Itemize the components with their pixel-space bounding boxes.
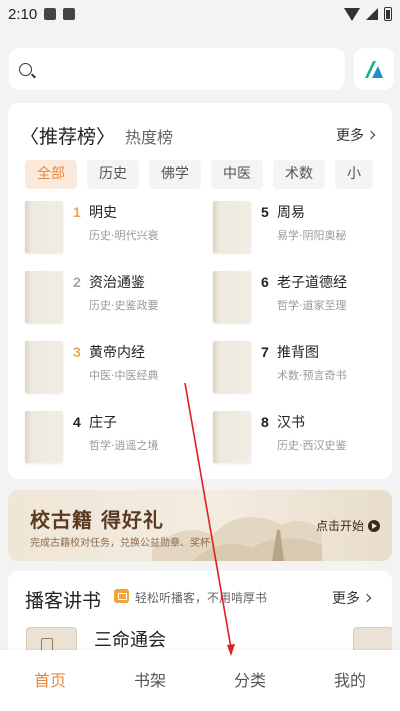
- tab-history[interactable]: 历史: [87, 160, 139, 189]
- search-icon: [19, 62, 32, 76]
- ranking-title[interactable]: 〈推荐榜〉: [20, 122, 115, 149]
- radio-icon: [114, 589, 129, 603]
- battery-icon: [384, 7, 392, 21]
- wifi-icon: [344, 7, 360, 21]
- book-item[interactable]: 2 资治通鉴 历史·史鉴政要: [25, 271, 200, 327]
- app-logo-button[interactable]: [354, 48, 394, 90]
- book-tag: 历史·明代兴衰: [89, 229, 159, 242]
- podcast-more-link[interactable]: 更多: [332, 588, 372, 608]
- nav-category[interactable]: 分类: [200, 650, 300, 711]
- book-title: 推背图: [277, 345, 319, 361]
- tab-medicine[interactable]: 中医: [211, 160, 263, 189]
- rank-number: 7: [261, 344, 269, 360]
- book-tag: 哲学·逍遥之境: [89, 439, 159, 452]
- rank-number: 6: [261, 274, 269, 290]
- rank-number: 3: [73, 344, 81, 360]
- status-bar: 2:10: [0, 0, 400, 28]
- book-item[interactable]: 5 周易 易学·阴阳奥秘: [213, 201, 388, 257]
- search-input[interactable]: [42, 61, 345, 77]
- banner-start-label: 点击开始: [315, 519, 364, 533]
- book-title: 老子道德经: [277, 275, 347, 291]
- rank-number: 2: [73, 274, 81, 290]
- book-cover: [25, 271, 63, 323]
- book-tag: 中医·中医经典: [89, 369, 159, 382]
- book-item[interactable]: 6 老子道德经 哲学·道家至理: [213, 271, 388, 327]
- rank-number: 5: [261, 204, 269, 220]
- book-cover: [213, 271, 251, 323]
- banner-start-button[interactable]: 点击开始: [316, 517, 380, 534]
- book-tag: 历史·史鉴政要: [89, 299, 159, 312]
- ranking-more-label: 更多: [336, 128, 364, 144]
- ranking-more-link[interactable]: 更多: [336, 125, 376, 145]
- app-logo-icon: [365, 61, 383, 78]
- book-tag: 历史·西汉史鉴: [277, 439, 347, 452]
- chevron-right-icon: [366, 130, 376, 140]
- book-item[interactable]: 3 黄帝内经 中医·中医经典: [25, 341, 200, 397]
- book-tag: 术数·预言奇书: [277, 369, 347, 382]
- book-tag: 易学·阴阳奥秘: [277, 229, 347, 242]
- ranking-header: 〈推荐榜〉 热度榜: [20, 122, 173, 149]
- rank-number: 4: [73, 414, 81, 430]
- podcast-title: 播客讲书: [25, 590, 102, 612]
- chevron-right-icon: [362, 593, 372, 603]
- book-cover: [25, 341, 63, 393]
- play-icon: [368, 519, 380, 532]
- ranking-card: 〈推荐榜〉 热度榜 更多 全部 历史 佛学 中医 术数 小 1 明史 历史·明代…: [8, 103, 392, 479]
- podcast-subtitle: 轻松听播客，不用啃厚书: [135, 591, 268, 605]
- search-bar[interactable]: [9, 48, 345, 90]
- tab-all[interactable]: 全部: [25, 160, 77, 189]
- podcast-item-title[interactable]: 三命通会: [94, 626, 166, 652]
- book-title: 黄帝内经: [89, 345, 145, 361]
- banner-title: 校古籍 得好礼: [30, 508, 164, 532]
- nav-home[interactable]: 首页: [0, 650, 100, 711]
- book-title: 资治通鉴: [89, 275, 145, 291]
- landscape-illustration: [152, 517, 322, 561]
- book-item[interactable]: 7 推背图 术数·预言奇书: [213, 341, 388, 397]
- bottom-nav: 首页 书架 分类 我的: [0, 650, 400, 711]
- book-cover: [213, 341, 251, 393]
- image-notification-icon: [44, 8, 57, 20]
- category-tabs: 全部 历史 佛学 中医 术数 小: [25, 160, 373, 189]
- tab-buddhism[interactable]: 佛学: [149, 160, 201, 189]
- proofread-banner[interactable]: 校古籍 得好礼 完成古籍校对任务，兑换公益勋章、奖杯 点击开始: [8, 490, 392, 561]
- nav-mine[interactable]: 我的: [300, 650, 400, 711]
- book-cover: [213, 411, 251, 463]
- tab-divination[interactable]: 术数: [273, 160, 325, 189]
- book-item[interactable]: 8 汉书 历史·西汉史鉴: [213, 411, 388, 467]
- banner-description: 完成古籍校对任务，兑换公益勋章、奖杯: [30, 538, 210, 549]
- signal-icon: [366, 8, 378, 20]
- nav-bookshelf[interactable]: 书架: [100, 650, 200, 711]
- app-notification-icon: [63, 8, 76, 20]
- book-title: 庄子: [89, 415, 117, 431]
- book-item[interactable]: 1 明史 历史·明代兴衰: [25, 201, 200, 257]
- rank-number: 1: [73, 204, 81, 220]
- podcast-more-label: 更多: [332, 591, 360, 607]
- ranking-subtitle[interactable]: 热度榜: [125, 124, 173, 148]
- book-cover: [213, 201, 251, 253]
- status-time: 2:10: [8, 5, 38, 23]
- rank-number: 8: [261, 414, 269, 430]
- book-cover: [25, 411, 63, 463]
- book-title: 周易: [277, 205, 305, 221]
- book-tag: 哲学·道家至理: [277, 299, 347, 312]
- book-title: 汉书: [277, 415, 305, 431]
- book-item[interactable]: 4 庄子 哲学·逍遥之境: [25, 411, 200, 467]
- tab-more-partial[interactable]: 小: [335, 160, 373, 189]
- book-title: 明史: [89, 205, 117, 221]
- book-cover: [25, 201, 63, 253]
